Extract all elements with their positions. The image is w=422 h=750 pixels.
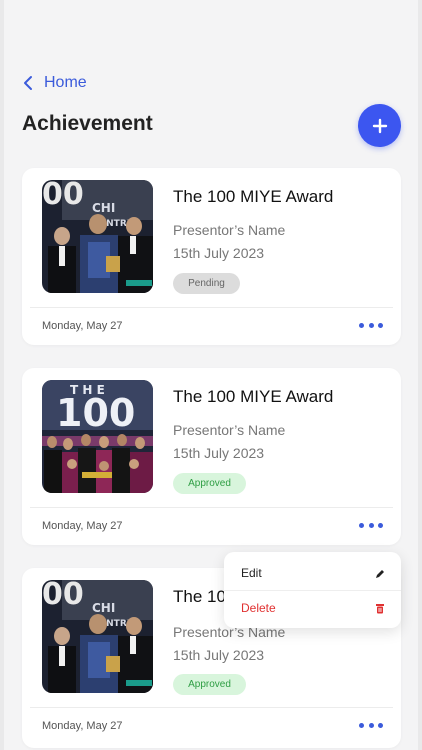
back-label: Home	[44, 74, 87, 91]
dot-icon	[378, 522, 383, 528]
card-footer-date: Monday, May 27	[42, 320, 123, 332]
achievement-image: 00 CHI ENTRE	[42, 580, 153, 693]
back-to-home-link[interactable]: Home	[22, 74, 87, 92]
svg-text:CHI: CHI	[92, 601, 115, 615]
edit-label: Edit	[241, 566, 262, 580]
achievement-date: 15th July 2023	[173, 647, 265, 663]
plus-icon	[372, 118, 387, 133]
achievement-card[interactable]: T H E 100 The 100 MIYE Award Presentor’s…	[22, 368, 401, 545]
dot-icon	[359, 522, 364, 528]
chevron-left-icon	[24, 76, 32, 90]
card-divider	[30, 307, 393, 308]
achievement-title: The 100 MIYE Award	[173, 387, 334, 406]
dot-icon	[368, 322, 374, 328]
card-footer-date: Monday, May 27	[42, 720, 123, 732]
svg-text:100: 100	[56, 391, 135, 435]
achievement-image: 00 CHI ENTRE	[42, 180, 153, 293]
achievement-image: T H E 100	[42, 380, 153, 493]
presenter-name: Presentor’s Name	[173, 222, 286, 238]
presenter-name: Presentor’s Name	[173, 422, 286, 438]
card-divider	[30, 707, 393, 708]
more-options-button[interactable]	[359, 718, 383, 732]
delete-label: Delete	[241, 601, 276, 615]
more-options-button[interactable]	[359, 518, 383, 532]
pencil-icon	[376, 569, 384, 578]
svg-text:00: 00	[42, 580, 84, 612]
achievement-title: The 10	[173, 587, 226, 606]
delete-menu-item[interactable]: Delete	[224, 590, 401, 626]
card-options-menu: Edit Delete	[224, 552, 401, 628]
page-title: Achievement	[22, 112, 153, 135]
card-footer-date: Monday, May 27	[42, 520, 123, 532]
status-badge: Approved	[173, 473, 246, 494]
achievement-date: 15th July 2023	[173, 445, 265, 461]
achievement-card[interactable]: 00 CHI ENTRE The 100 MIYE Award Presento…	[22, 168, 401, 345]
dot-icon	[359, 322, 364, 328]
dot-icon	[368, 522, 374, 528]
card-divider	[30, 507, 393, 508]
achievement-date: 15th July 2023	[173, 245, 265, 261]
trash-icon	[376, 603, 384, 613]
svg-text:00: 00	[42, 180, 84, 212]
achievement-title: The 100 MIYE Award	[173, 187, 334, 206]
svg-text:CHI: CHI	[92, 201, 115, 215]
dot-icon	[368, 722, 374, 728]
status-badge: Approved	[173, 674, 246, 695]
right-edge	[418, 0, 422, 750]
dot-icon	[378, 322, 383, 328]
add-achievement-button[interactable]	[358, 104, 401, 147]
edit-menu-item[interactable]: Edit	[224, 555, 401, 591]
dot-icon	[378, 722, 383, 728]
more-options-button[interactable]	[359, 318, 383, 332]
left-edge	[0, 0, 4, 750]
dot-icon	[359, 722, 364, 728]
status-badge: Pending	[173, 273, 240, 294]
